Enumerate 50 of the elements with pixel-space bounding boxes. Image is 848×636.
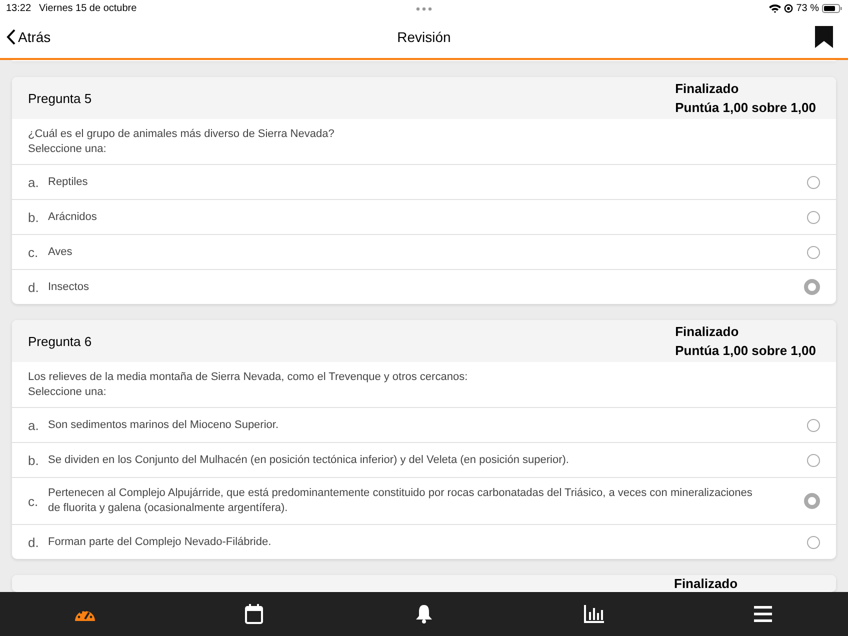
question-prompt: Seleccione una:: [28, 385, 108, 400]
answer-text: Son sedimentos marinos del Mioceno Superior.: [48, 418, 280, 432]
radio-button[interactable]: [807, 418, 820, 432]
answer-letter: c.: [28, 494, 40, 508]
answer-text: Aves: [48, 244, 74, 260]
question-state: Finalizado: [675, 324, 740, 339]
question-prompt: Seleccione una:: [28, 142, 108, 157]
answer-text: Se dividen en los Conjunto del Mulhacén (en posición tectónica inferior) y del Veleta (en posición superior).: [48, 452, 570, 468]
answer-text: Pertenecen al Complejo Alpujárride, que está predominantemente constituido por rocas carbonatadas del Triásico, a veces con mineralizaciones de fluorita y galena (ocasionalmente argentífera).: [48, 486, 754, 516]
answer-text: Insectos: [48, 280, 90, 294]
answer-letter: d.: [28, 534, 40, 550]
radio-button[interactable]: [804, 279, 820, 295]
answer-letter: a.: [28, 418, 40, 432]
answer-letter: d.: [28, 280, 40, 294]
question-text: ¿Cuál es el grupo de animales más diverso de Sierra Nevada?: [28, 127, 336, 142]
answer-letter: b.: [28, 210, 40, 224]
answer-text: Forman parte del Complejo Nevado-Filábride.: [48, 534, 272, 550]
status-date: Viernes 15 de octubre: [39, 2, 137, 14]
question-title: Pregunta 6: [28, 334, 92, 348]
question-grade: Puntúa 1,00 sobre 1,00: [675, 343, 816, 358]
answer-text: Reptiles: [48, 174, 89, 190]
radio-button[interactable]: [807, 454, 820, 466]
bookmark-icon[interactable]: [815, 26, 833, 48]
bell-icon: [414, 604, 433, 624]
calendar-icon: [245, 604, 264, 624]
menu-icon: [754, 606, 772, 622]
answer-letter: a.: [28, 174, 40, 190]
question-title: Pregunta 5: [28, 90, 92, 106]
battery-icon: [822, 4, 842, 12]
radio-button[interactable]: [804, 493, 820, 509]
question-text: Los relieves de la media montaña de Sierra Nevada, como el Trevenque y otros cercanos:: [28, 370, 469, 385]
question-state: Finalizado: [674, 576, 739, 591]
chevron-left-icon: [6, 29, 16, 45]
status-time: 13:22: [6, 2, 32, 14]
radio-button[interactable]: [807, 210, 820, 224]
page-title: Revisión: [397, 29, 451, 45]
answer-text: Arácnidos: [48, 210, 98, 224]
radio-button[interactable]: [807, 176, 820, 188]
question-state: Finalizado: [675, 81, 740, 96]
answer-letter: b.: [28, 452, 40, 468]
radio-button[interactable]: [807, 536, 820, 548]
bar-chart-icon: [584, 605, 604, 623]
radio-button[interactable]: [807, 246, 820, 258]
battery-percentage: 73 %: [796, 2, 819, 14]
wifi-icon: [769, 4, 782, 12]
answer-letter: c.: [28, 244, 40, 260]
back-button[interactable]: Atrás: [6, 29, 51, 45]
multitask-dots-icon: [416, 7, 432, 11]
location-icon: [784, 4, 794, 12]
question-grade: Puntúa 1,00 sobre 1,00: [675, 100, 816, 115]
